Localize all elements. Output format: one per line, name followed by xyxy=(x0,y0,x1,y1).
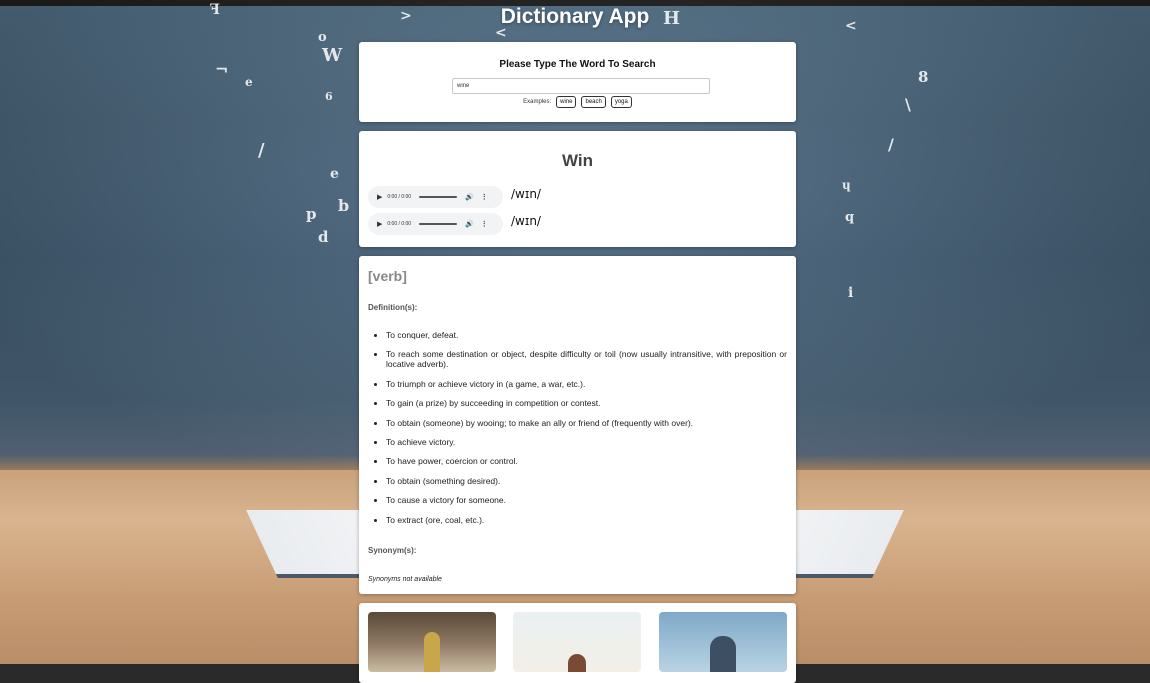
decorative-chalk-letter: / xyxy=(258,140,265,161)
more-options-icon[interactable]: ⋮ xyxy=(481,193,488,201)
decorative-chalk-letter: \ xyxy=(905,95,911,114)
chess-king-illustration xyxy=(424,632,440,672)
synonyms-empty-message: Synonyms not available xyxy=(368,576,442,583)
decorative-chalk-letter: W xyxy=(322,45,343,66)
part-of-speech: [verb] xyxy=(368,268,407,284)
audio-time: 0:00 / 0:00 xyxy=(387,221,412,227)
result-image[interactable] xyxy=(659,612,787,672)
definition-item: To conquer, defeat. xyxy=(386,330,787,340)
decorative-chalk-letter: ɥ xyxy=(842,178,851,192)
definition-item: To obtain (someone) by wooing; to make a… xyxy=(386,418,787,428)
decorative-chalk-letter: / xyxy=(888,135,894,154)
definitions-list: To conquer, defeat. To reach some destin… xyxy=(368,330,787,534)
word-title: Win xyxy=(561,151,593,170)
person-jumping-illustration xyxy=(710,636,736,672)
volume-icon[interactable]: 🔊 xyxy=(465,220,474,228)
person-arms-raised-illustration xyxy=(568,654,586,672)
decorative-chalk-letter: 6 xyxy=(325,90,333,103)
decorative-chalk-letter: e xyxy=(330,166,339,182)
definitions-label: Definition(s): xyxy=(368,303,418,312)
decorative-chalk-letter: i xyxy=(848,285,854,301)
definition-item: To extract (ore, coal, etc.). xyxy=(386,515,787,525)
example-chip-yoga[interactable]: yoga xyxy=(610,96,632,108)
definition-item: To have power, coercion or control. xyxy=(386,456,787,466)
definition-item: To obtain (something desired). xyxy=(386,476,787,486)
decorative-chalk-letter: b xyxy=(338,196,350,215)
audio-progress-slider[interactable] xyxy=(419,196,458,198)
decorative-chalk-letter: q xyxy=(845,210,855,225)
decorative-chalk-letter: 8 xyxy=(918,68,929,86)
decorative-chalk-letter: o xyxy=(318,30,327,45)
definition-item: To triumph or achieve victory in (a game… xyxy=(386,379,787,389)
result-image[interactable] xyxy=(513,612,641,672)
app-title: Dictionary App xyxy=(500,5,650,28)
definition-item: To gain (a prize) by succeeding in compe… xyxy=(386,398,787,408)
search-input[interactable] xyxy=(452,78,710,94)
search-card: Please Type The Word To Search Examples:… xyxy=(359,42,796,122)
decorative-chalk-letter: ¬ xyxy=(215,60,229,79)
decorative-chalk-letter: d xyxy=(318,228,329,246)
more-options-icon[interactable]: ⋮ xyxy=(481,220,488,228)
play-icon[interactable]: ▶ xyxy=(377,193,382,201)
decorative-chalk-letter: p xyxy=(306,205,317,223)
result-image[interactable] xyxy=(368,612,496,672)
definition-item: To reach some destination or object, des… xyxy=(386,349,787,369)
synonyms-label: Synonym(s): xyxy=(368,546,417,555)
audio-player[interactable]: ▶ 0:00 / 0:00 🔊 ⋮ xyxy=(368,186,503,208)
example-chip-wine[interactable]: wine xyxy=(556,96,577,108)
example-chip-beach[interactable]: beach xyxy=(581,96,606,108)
word-card: Win ▶ 0:00 / 0:00 🔊 ⋮ /wɪn/ ▶ 0:00 / 0:0… xyxy=(359,131,796,247)
examples-label: Examples: xyxy=(523,99,552,105)
search-heading: Please Type The Word To Search xyxy=(499,59,656,70)
examples-row: Examples: wine beach yoga xyxy=(359,96,796,108)
images-card xyxy=(359,603,796,683)
phonetic-text: /wɪn/ xyxy=(511,214,541,228)
play-icon[interactable]: ▶ xyxy=(377,220,382,228)
audio-progress-slider[interactable] xyxy=(419,223,458,225)
definitions-card: [verb] Definition(s): To conquer, defeat… xyxy=(359,256,796,594)
decorative-chalk-letter: e xyxy=(245,75,253,89)
audio-time: 0:00 / 0:00 xyxy=(387,194,412,200)
definition-item: To cause a victory for someone. xyxy=(386,495,787,505)
definition-item: To achieve victory. xyxy=(386,437,787,447)
audio-player[interactable]: ▶ 0:00 / 0:00 🔊 ⋮ xyxy=(368,213,503,235)
volume-icon[interactable]: 🔊 xyxy=(465,193,474,201)
phonetic-text: /wɪn/ xyxy=(511,187,541,201)
